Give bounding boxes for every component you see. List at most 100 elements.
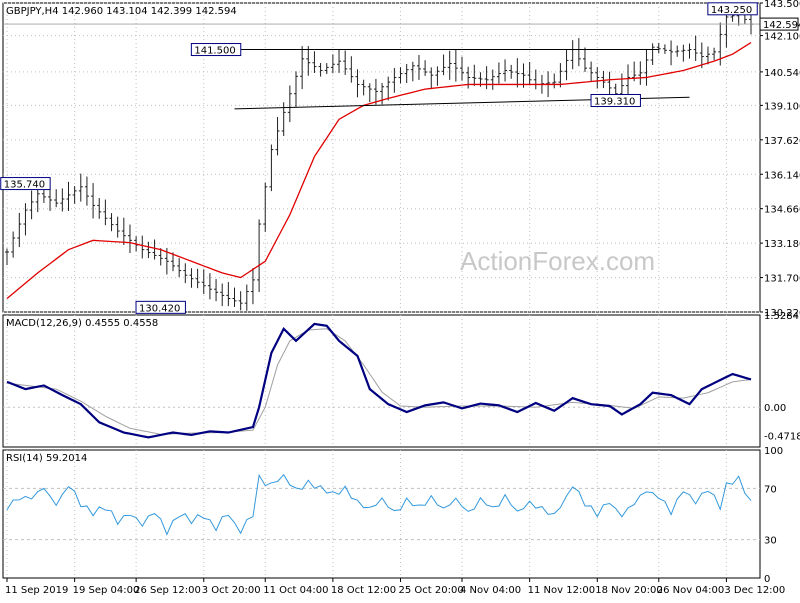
price-annotation-label: 135.740	[4, 180, 45, 191]
x-tick-label: 18 Oct 12:00	[331, 585, 396, 596]
price-bar	[570, 40, 575, 70]
price-y-tick-label: 140.540	[764, 68, 800, 79]
price-bar	[214, 279, 219, 302]
rsi-y-tick-label: 100	[764, 446, 783, 457]
price-bar	[589, 61, 594, 82]
price-bar	[355, 69, 360, 98]
x-tick-label: 18 Nov 20:00	[595, 585, 662, 596]
price-bar	[490, 69, 495, 90]
macd-y-tick-label: 0.00	[764, 403, 786, 414]
price-y-tick-label: 136.140	[764, 170, 800, 181]
price-bar	[201, 269, 206, 294]
price-bar	[724, 11, 729, 48]
price-bar	[552, 73, 557, 89]
price-bar	[91, 183, 96, 219]
x-tick-label: 3 Dec 12:00	[724, 585, 785, 596]
price-bar	[576, 38, 581, 67]
price-bar	[644, 48, 649, 86]
price-bar	[638, 61, 643, 85]
price-bar	[373, 78, 378, 105]
rsi-pane-title: RSI(14) 59.2014	[6, 453, 87, 464]
price-pane-title: GBPJPY,H4 142.960 143.104 142.399 142.59…	[6, 6, 237, 17]
price-bar	[533, 69, 538, 90]
price-bar	[582, 47, 587, 72]
price-bar	[601, 70, 606, 89]
price-bar	[312, 51, 317, 73]
chart-svg: 143.500 142.100 140.540 139.100 137.620 136.1…	[0, 0, 800, 596]
price-bar	[460, 56, 465, 81]
price-bar	[300, 46, 305, 90]
price-bar	[109, 213, 114, 232]
price-bar	[5, 248, 9, 266]
price-bar	[435, 66, 440, 86]
macd-line	[6, 322, 752, 439]
price-bar	[386, 76, 391, 101]
price-bar	[121, 217, 126, 246]
price-bar	[361, 79, 366, 96]
price-bar	[220, 283, 225, 307]
price-y-tick-label: 131.700	[764, 274, 800, 285]
price-bar	[115, 216, 120, 238]
rsi-pane-frame	[2, 449, 761, 579]
x-tick-label: 11 Oct 04:00	[263, 585, 328, 596]
price-bar	[509, 64, 514, 79]
price-bar	[97, 198, 102, 219]
x-tick-label: 3 Oct 20:00	[202, 585, 261, 596]
price-bar	[693, 35, 698, 61]
price-bar	[330, 54, 335, 74]
price-bar	[496, 62, 501, 84]
price-bar	[232, 287, 237, 307]
rsi-y-tick-label: 0	[764, 574, 770, 585]
price-bar	[503, 59, 508, 82]
price-bar	[675, 45, 680, 57]
price-bar	[140, 235, 145, 259]
price-bar	[183, 263, 188, 284]
price-bar	[681, 44, 686, 62]
price-bar	[103, 199, 108, 226]
price-bar	[250, 268, 255, 305]
price-y-tick-label: 133.180	[764, 239, 800, 250]
price-annotation-label: 130.420	[139, 303, 180, 314]
price-annotation-label: 143.250	[711, 5, 752, 16]
price-bar	[287, 85, 292, 123]
price-bar	[29, 190, 34, 220]
price-bar	[84, 176, 89, 206]
price-bar	[72, 186, 77, 204]
price-bar	[423, 60, 428, 76]
price-bar	[687, 43, 692, 59]
price-bar	[712, 47, 717, 61]
price-bar	[472, 64, 477, 86]
macd-pane-frame	[2, 314, 761, 448]
price-bar	[527, 62, 532, 86]
price-bar	[515, 58, 520, 88]
price-bar	[441, 54, 446, 76]
macd-y-tick-label: -0.4718	[764, 432, 800, 443]
price-bar	[324, 63, 329, 74]
rsi-y-tick-label: 30	[764, 536, 777, 547]
price-bar	[595, 67, 600, 89]
macd-y-tick-label: 1.5284	[764, 311, 799, 322]
price-bar	[306, 46, 311, 76]
price-y-tick-label: 142.100	[764, 32, 800, 43]
x-tick-label: 26 Nov 04:00	[657, 585, 724, 596]
price-annotation-label: 139.310	[594, 96, 635, 107]
price-bar	[453, 49, 458, 82]
price-bar	[626, 64, 631, 97]
price-bar	[447, 50, 452, 80]
price-bar	[398, 67, 403, 84]
price-bar	[177, 258, 182, 278]
price-bar	[669, 40, 674, 66]
price-y-tick-label: 143.500	[764, 0, 800, 10]
price-bar	[257, 219, 262, 292]
price-bar	[293, 71, 298, 107]
price-bar	[484, 66, 489, 90]
price-bar	[607, 71, 612, 96]
price-bar	[337, 49, 342, 73]
price-bar	[429, 67, 434, 89]
price-y-tick-label: 134.660	[764, 205, 800, 216]
macd-pane-title: MACD(12,26,9) 0.4555 0.4558	[6, 318, 158, 329]
price-y-tick-label: 139.100	[764, 101, 800, 112]
price-bar	[367, 83, 372, 103]
price-bar	[152, 239, 157, 260]
price-bar	[705, 46, 710, 65]
